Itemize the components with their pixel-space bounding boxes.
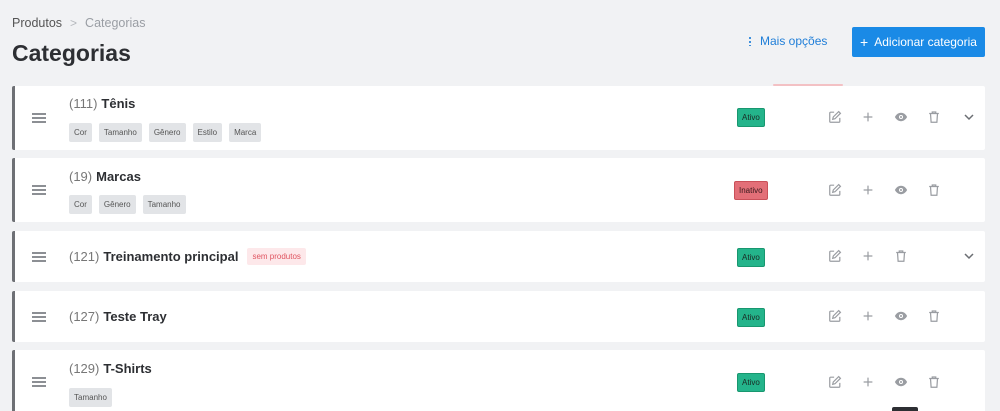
status-badge: Ativo <box>737 373 765 392</box>
category-name: (111) Tênis <box>69 96 135 111</box>
category-title[interactable]: Teste Tray <box>103 309 166 324</box>
category-row: (121) Treinamento principal sem produtos… <box>12 231 985 282</box>
tag: Gênero <box>148 123 186 142</box>
category-name: (19) Marcas <box>69 169 141 184</box>
tag: Tamanho <box>69 388 112 407</box>
tooltip-edge <box>892 407 918 411</box>
trash-icon[interactable] <box>927 110 941 124</box>
breadcrumb-separator: > <box>70 16 78 30</box>
edit-icon[interactable] <box>828 375 842 389</box>
eye-icon[interactable] <box>894 309 908 323</box>
plus-icon[interactable] <box>861 375 875 389</box>
trash-icon[interactable] <box>927 375 941 389</box>
edit-icon[interactable] <box>828 249 842 263</box>
add-category-button[interactable]: + Adicionar categoria <box>852 27 985 57</box>
eye-icon[interactable] <box>894 183 908 197</box>
eye-icon[interactable] <box>894 110 908 124</box>
status-badge: Ativo <box>737 308 765 327</box>
more-vertical-icon <box>749 36 751 46</box>
tag: Tamanho <box>98 123 142 142</box>
category-tags: Cor Tamanho Gênero Estilo Marca <box>69 123 268 142</box>
tag: Tamanho <box>142 195 186 214</box>
tag: Gênero <box>98 195 136 214</box>
category-title[interactable]: Tênis <box>101 96 135 111</box>
drag-handle-icon[interactable] <box>32 113 46 123</box>
edit-icon[interactable] <box>828 309 842 323</box>
status-badge: Ativo <box>737 248 765 267</box>
chevron-down-icon[interactable] <box>963 250 975 262</box>
trash-icon[interactable] <box>927 309 941 323</box>
more-options-label: Mais opções <box>760 34 828 48</box>
category-title[interactable]: Treinamento principal <box>103 249 238 264</box>
plus-icon[interactable] <box>861 110 875 124</box>
tag: Estilo <box>192 123 223 142</box>
drag-handle-icon[interactable] <box>32 377 46 387</box>
category-row: (129) T-Shirts Tamanho Ativo <box>12 350 985 411</box>
category-tags: Tamanho <box>69 388 119 407</box>
plus-icon: + <box>860 34 869 50</box>
plus-icon[interactable] <box>861 309 875 323</box>
drag-handle-icon[interactable] <box>32 312 46 322</box>
category-title[interactable]: T-Shirts <box>103 361 151 376</box>
status-badge: Inativo <box>734 181 768 200</box>
breadcrumb-parent[interactable]: Produtos <box>12 16 62 30</box>
category-id: (121) <box>69 249 100 264</box>
page-title: Categorias <box>12 40 131 66</box>
tag: Marca <box>229 123 262 142</box>
category-id: (111) <box>69 96 98 111</box>
tag: Cor <box>69 195 92 214</box>
category-tags: Cor Gênero Tamanho <box>69 195 193 214</box>
tag: Cor <box>69 123 92 142</box>
category-id: (127) <box>69 309 100 324</box>
breadcrumb: Produtos > Categorias <box>12 16 146 30</box>
category-id: (19) <box>69 169 93 184</box>
category-title[interactable]: Marcas <box>96 169 141 184</box>
trash-icon[interactable] <box>894 249 908 263</box>
drag-handle-icon[interactable] <box>32 185 46 195</box>
trash-icon[interactable] <box>927 183 941 197</box>
drag-handle-icon[interactable] <box>32 252 46 262</box>
category-row: (19) Marcas Cor Gênero Tamanho Inativo <box>12 158 985 222</box>
breadcrumb-current: Categorias <box>85 16 146 30</box>
category-row: (127) Teste Tray Ativo <box>12 291 985 342</box>
plus-icon[interactable] <box>861 249 875 263</box>
category-name: (121) Treinamento principal sem produtos <box>69 248 306 265</box>
eye-icon[interactable] <box>894 375 908 389</box>
chevron-down-icon[interactable] <box>963 111 975 123</box>
category-name: (127) Teste Tray <box>69 309 167 324</box>
plus-icon[interactable] <box>861 183 875 197</box>
category-name: (129) T-Shirts <box>69 361 152 376</box>
edit-icon[interactable] <box>828 183 842 197</box>
status-badge: Ativo <box>737 108 765 127</box>
category-id: (129) <box>69 361 100 376</box>
category-row: (111) Tênis Cor Tamanho Gênero Estilo Ma… <box>12 86 985 150</box>
add-category-label: Adicionar categoria <box>874 35 977 49</box>
warning-badge: sem produtos <box>247 248 306 265</box>
more-options-button[interactable]: Mais opções <box>749 34 827 48</box>
edit-icon[interactable] <box>828 110 842 124</box>
